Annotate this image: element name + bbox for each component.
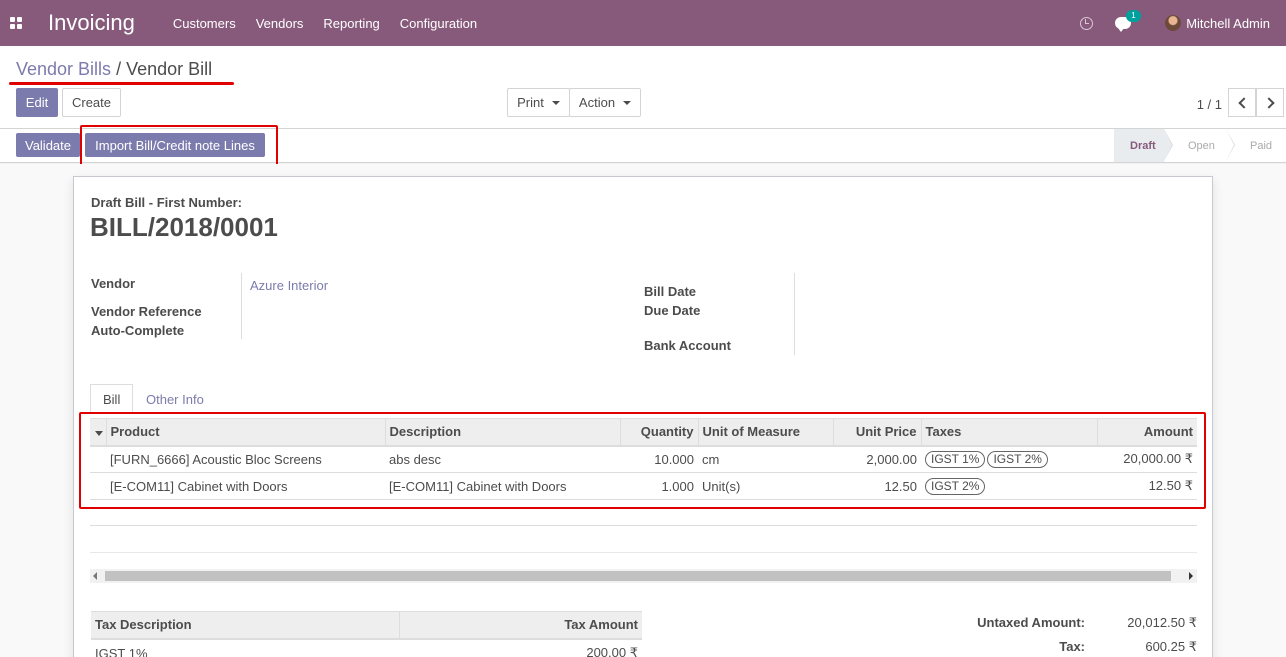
action-dropdown[interactable]: Action: [569, 88, 641, 117]
field-divider: [794, 273, 795, 355]
menu-configuration[interactable]: Configuration: [400, 16, 477, 31]
status-steps: Draft Open Paid: [1114, 129, 1286, 162]
vendor-field[interactable]: Azure Interior: [250, 278, 328, 293]
status-step-draft-label: Draft: [1130, 139, 1156, 152]
create-button[interactable]: Create: [62, 88, 121, 117]
status-step-open-label: Open: [1188, 139, 1215, 152]
status-step-draft[interactable]: Draft: [1114, 129, 1173, 162]
header-tax-description: Tax Description: [91, 611, 399, 640]
top-navbar: Invoicing Customers Vendors Reporting Co…: [0, 0, 1286, 46]
chat-count-badge: 1: [1126, 10, 1141, 22]
messaging-chat-icon[interactable]: 1: [1115, 10, 1141, 32]
control-panel: Vendor Bills / Vendor Bill Edit Create P…: [0, 46, 1286, 129]
app-title: Invoicing: [48, 10, 135, 35]
annotation-box-lines: [79, 412, 1206, 509]
tax-total-label: Tax:: [1059, 639, 1085, 654]
caret-down-icon: [551, 100, 560, 105]
pager-value[interactable]: 1 / 1: [1197, 97, 1222, 112]
status-step-open[interactable]: Open: [1164, 129, 1235, 162]
breadcrumb-current: Vendor Bill: [126, 59, 213, 79]
cell-tax-description: IGST 1%: [95, 645, 148, 657]
draft-bill-label: Draft Bill - First Number:: [91, 195, 242, 210]
pager-previous-button[interactable]: [1228, 88, 1256, 117]
print-dropdown[interactable]: Print: [507, 88, 570, 117]
breadcrumb-separator: /: [116, 59, 122, 79]
chevron-left-icon: [1237, 96, 1250, 109]
print-label: Print: [517, 95, 544, 110]
bill-number: BILL/2018/0001: [90, 212, 278, 242]
bill-date-label: Bill Date: [644, 284, 697, 299]
untaxed-amount-label: Untaxed Amount:: [977, 615, 1085, 630]
menu-customers[interactable]: Customers: [173, 16, 236, 31]
breadcrumb-vendor-bills[interactable]: Vendor Bills: [16, 59, 111, 79]
untaxed-amount-value: 20,012.50 ₹: [1127, 615, 1197, 630]
notebook-tabs: Bill Other Info: [90, 384, 1197, 414]
vendor-reference-label: Vendor Reference: [91, 304, 202, 319]
tax-total-value: 600.25 ₹: [1145, 639, 1197, 654]
caret-down-icon: [623, 100, 632, 105]
status-step-paid[interactable]: Paid: [1226, 129, 1286, 162]
status-step-paid-label: Paid: [1250, 139, 1273, 152]
cell-tax-amount: 200.00 ₹: [586, 645, 638, 657]
scroll-thumb[interactable]: [105, 571, 1171, 581]
tab-bill[interactable]: Bill: [90, 384, 134, 414]
bank-account-label: Bank Account: [644, 338, 731, 353]
horizontal-scrollbar[interactable]: [90, 569, 1197, 583]
action-label: Action: [578, 95, 616, 110]
pager-next-button[interactable]: [1256, 88, 1284, 117]
field-divider: [241, 273, 242, 339]
auto-complete-label: Auto-Complete: [91, 323, 185, 338]
due-date-label: Due Date: [644, 303, 701, 318]
tax-summary-table: Tax Description Tax Amount IGST 1% 200.0…: [91, 611, 642, 657]
annotation-underline: [9, 82, 234, 85]
user-menu[interactable]: Mitchell Admin: [1186, 16, 1270, 31]
scroll-right-icon[interactable]: [1189, 572, 1193, 580]
user-avatar[interactable]: [1165, 15, 1182, 31]
activity-clock-icon[interactable]: [1080, 16, 1094, 30]
scroll-left-icon[interactable]: [93, 572, 97, 580]
validate-button[interactable]: Validate: [16, 133, 80, 157]
breadcrumb: Vendor Bills / Vendor Bill: [16, 59, 212, 80]
menu-reporting[interactable]: Reporting: [323, 16, 379, 31]
table-row: IGST 1% 200.00 ₹: [91, 639, 642, 657]
header-tax-amount: Tax Amount: [398, 611, 642, 640]
annotation-box-import: [80, 125, 278, 169]
vendor-label: Vendor: [91, 276, 136, 291]
divider: [90, 552, 1197, 553]
edit-button[interactable]: Edit: [16, 88, 58, 117]
menu-vendors[interactable]: Vendors: [256, 16, 304, 31]
apps-menu-icon[interactable]: [0, 0, 32, 46]
chevron-right-icon: [1262, 96, 1275, 109]
divider: [90, 525, 1197, 526]
tab-other-info[interactable]: Other Info: [134, 384, 216, 414]
